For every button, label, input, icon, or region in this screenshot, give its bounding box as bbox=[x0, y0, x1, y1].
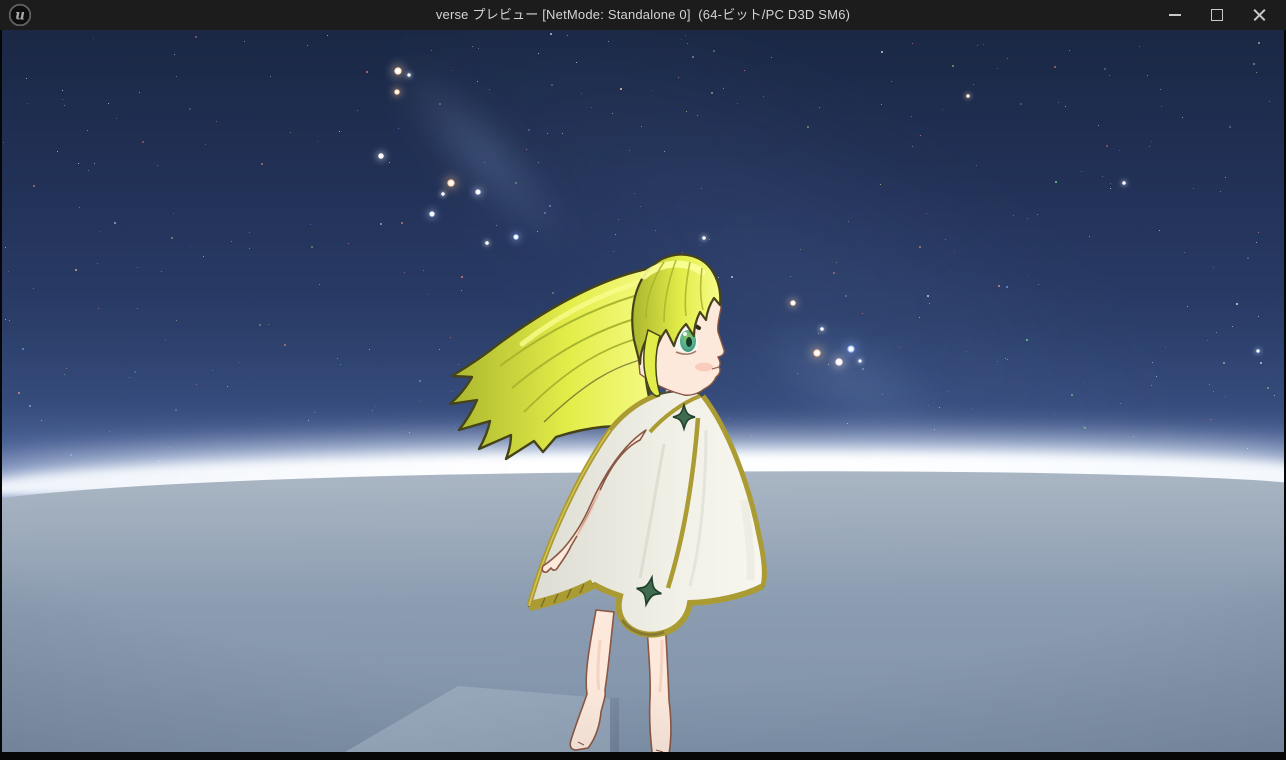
unreal-engine-logo-icon: u bbox=[8, 3, 32, 27]
svg-text:u: u bbox=[15, 8, 25, 24]
minimize-button[interactable] bbox=[1154, 0, 1196, 30]
bright-star bbox=[407, 73, 411, 77]
maximize-button[interactable] bbox=[1196, 0, 1238, 30]
bright-star bbox=[394, 89, 400, 95]
bright-star bbox=[1256, 349, 1260, 353]
close-icon bbox=[1253, 9, 1266, 22]
bright-star bbox=[820, 327, 824, 331]
bright-star bbox=[858, 359, 862, 363]
character-girl bbox=[420, 240, 820, 752]
bright-star bbox=[835, 358, 843, 366]
blush bbox=[695, 363, 713, 372]
bright-star bbox=[966, 94, 970, 98]
maximize-icon bbox=[1211, 9, 1223, 21]
window-controls bbox=[1154, 0, 1280, 30]
bright-star bbox=[847, 345, 855, 353]
close-button[interactable] bbox=[1238, 0, 1280, 30]
bright-star bbox=[378, 153, 384, 159]
title-bar[interactable]: u verse プレビュー [NetMode: Standalone 0] (6… bbox=[0, 0, 1286, 30]
bright-star bbox=[447, 179, 455, 187]
window-frame bbox=[0, 30, 1286, 760]
bright-star bbox=[441, 192, 445, 196]
minimize-icon bbox=[1169, 14, 1181, 16]
app-window: u verse プレビュー [NetMode: Standalone 0] (6… bbox=[0, 0, 1286, 760]
bright-star bbox=[475, 189, 481, 195]
bright-star bbox=[429, 211, 435, 217]
window-title: verse プレビュー [NetMode: Standalone 0] (64-… bbox=[0, 0, 1286, 30]
bright-star bbox=[394, 67, 402, 75]
bright-star bbox=[1122, 181, 1126, 185]
game-viewport[interactable] bbox=[2, 30, 1284, 752]
